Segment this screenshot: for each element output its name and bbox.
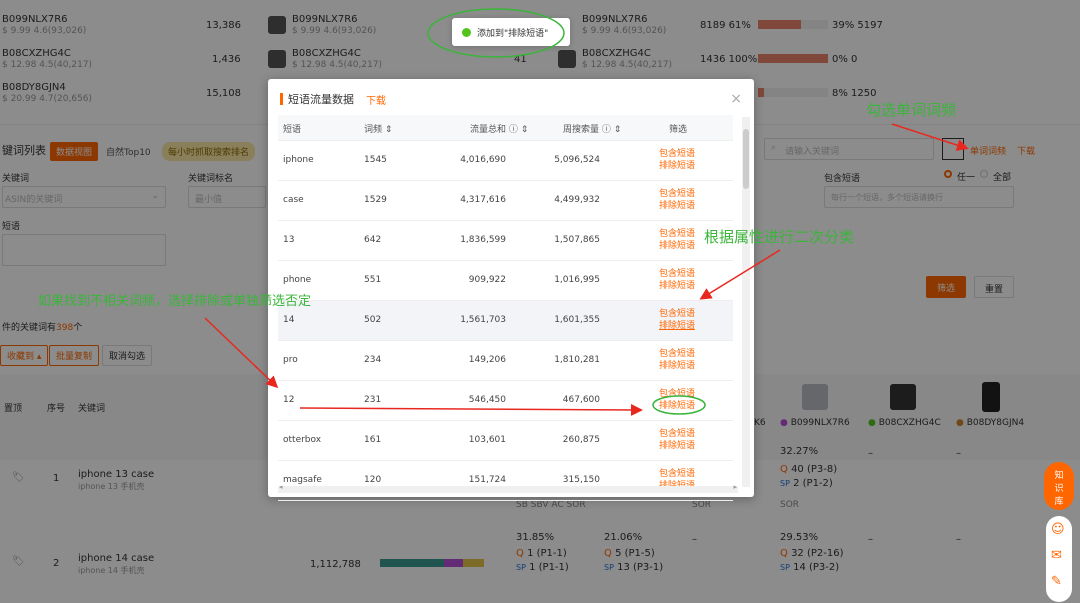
annotation-arrow: [204, 317, 279, 389]
annotation-overlay: [204, 8, 969, 416]
highlight-ellipse: [652, 395, 706, 415]
annotation-arrow: [699, 249, 781, 300]
annotation-arrow: [299, 403, 643, 416]
annotation-arrow: [891, 123, 969, 151]
highlight-ellipse: [427, 8, 565, 58]
